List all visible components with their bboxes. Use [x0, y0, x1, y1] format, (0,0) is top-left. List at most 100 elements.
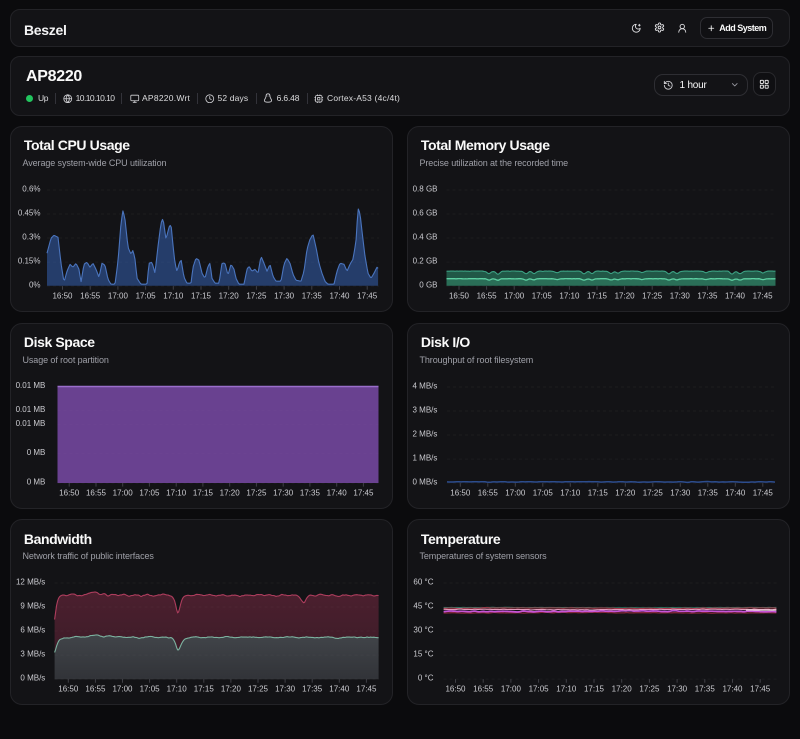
svg-text:2 MB/s: 2 MB/s — [412, 429, 437, 438]
svg-text:17:20: 17:20 — [220, 488, 241, 497]
svg-text:16:55: 16:55 — [478, 488, 499, 497]
svg-text:0 GB: 0 GB — [419, 280, 437, 289]
svg-text:17:25: 17:25 — [248, 685, 269, 694]
svg-text:17:00: 17:00 — [108, 291, 129, 300]
svg-text:30 °C: 30 °C — [413, 626, 433, 635]
svg-text:17:10: 17:10 — [559, 291, 580, 300]
svg-text:0.45%: 0.45% — [18, 208, 41, 217]
svg-text:0.6 GB: 0.6 GB — [413, 208, 438, 217]
svg-text:17:45: 17:45 — [357, 291, 378, 300]
svg-text:16:50: 16:50 — [450, 488, 471, 497]
svg-text:17:00: 17:00 — [501, 685, 522, 694]
svg-text:0.01 MB: 0.01 MB — [16, 418, 46, 427]
svg-text:0 MB/s: 0 MB/s — [20, 674, 45, 683]
svg-text:17:45: 17:45 — [356, 685, 377, 694]
svg-text:17:30: 17:30 — [273, 488, 294, 497]
svg-text:17:40: 17:40 — [725, 488, 746, 497]
svg-text:3 MB/s: 3 MB/s — [412, 405, 437, 414]
svg-text:1 MB/s: 1 MB/s — [412, 453, 437, 462]
svg-text:17:35: 17:35 — [302, 291, 323, 300]
svg-text:0.8 GB: 0.8 GB — [413, 184, 438, 193]
svg-text:17:05: 17:05 — [139, 488, 160, 497]
svg-text:16:55: 16:55 — [80, 291, 101, 300]
svg-text:16:55: 16:55 — [477, 291, 498, 300]
svg-text:16:50: 16:50 — [58, 685, 79, 694]
svg-text:17:00: 17:00 — [504, 291, 525, 300]
svg-text:17:20: 17:20 — [615, 488, 636, 497]
svg-text:12 MB/s: 12 MB/s — [16, 578, 45, 587]
svg-text:17:00: 17:00 — [113, 488, 134, 497]
svg-text:17:15: 17:15 — [588, 488, 609, 497]
svg-text:9 MB/s: 9 MB/s — [20, 602, 45, 611]
svg-text:16:55: 16:55 — [85, 685, 106, 694]
svg-text:3 MB/s: 3 MB/s — [20, 650, 45, 659]
svg-text:17:10: 17:10 — [556, 685, 577, 694]
svg-text:16:50: 16:50 — [449, 291, 470, 300]
svg-text:17:20: 17:20 — [219, 291, 240, 300]
svg-text:17:40: 17:40 — [725, 291, 746, 300]
svg-text:17:10: 17:10 — [560, 488, 581, 497]
svg-text:0 MB: 0 MB — [27, 477, 46, 486]
svg-text:17:40: 17:40 — [329, 685, 350, 694]
svg-text:17:15: 17:15 — [191, 291, 212, 300]
svg-text:17:20: 17:20 — [221, 685, 242, 694]
svg-text:17:25: 17:25 — [246, 488, 267, 497]
svg-text:16:55: 16:55 — [86, 488, 107, 497]
svg-text:17:00: 17:00 — [112, 685, 133, 694]
svg-text:16:50: 16:50 — [59, 488, 80, 497]
svg-text:17:30: 17:30 — [667, 685, 688, 694]
svg-text:17:25: 17:25 — [639, 685, 660, 694]
svg-text:17:10: 17:10 — [163, 291, 184, 300]
svg-text:0.01 MB: 0.01 MB — [16, 404, 46, 413]
svg-text:15 °C: 15 °C — [413, 650, 433, 659]
svg-text:17:25: 17:25 — [642, 291, 663, 300]
svg-text:17:30: 17:30 — [670, 488, 691, 497]
svg-text:6 MB/s: 6 MB/s — [20, 626, 45, 635]
svg-text:17:30: 17:30 — [274, 291, 295, 300]
svg-text:0 MB: 0 MB — [27, 447, 46, 456]
svg-text:17:20: 17:20 — [612, 685, 633, 694]
svg-text:16:55: 16:55 — [473, 685, 494, 694]
svg-text:17:40: 17:40 — [327, 488, 348, 497]
svg-text:17:30: 17:30 — [275, 685, 296, 694]
svg-text:17:25: 17:25 — [246, 291, 267, 300]
svg-text:17:30: 17:30 — [670, 291, 691, 300]
svg-text:0.15%: 0.15% — [18, 256, 41, 265]
svg-text:17:10: 17:10 — [167, 685, 188, 694]
svg-text:0.6%: 0.6% — [22, 184, 40, 193]
svg-text:17:15: 17:15 — [194, 685, 215, 694]
svg-text:0 MB/s: 0 MB/s — [412, 477, 437, 486]
svg-text:17:35: 17:35 — [300, 488, 321, 497]
svg-text:0.4 GB: 0.4 GB — [413, 232, 438, 241]
svg-text:17:45: 17:45 — [753, 291, 774, 300]
svg-text:17:40: 17:40 — [722, 685, 743, 694]
svg-text:17:40: 17:40 — [329, 291, 350, 300]
svg-text:17:35: 17:35 — [302, 685, 323, 694]
svg-text:17:15: 17:15 — [193, 488, 214, 497]
svg-text:0 °C: 0 °C — [418, 674, 434, 683]
svg-text:17:45: 17:45 — [750, 685, 771, 694]
svg-text:17:45: 17:45 — [353, 488, 374, 497]
svg-text:0.3%: 0.3% — [22, 232, 40, 241]
svg-text:60 °C: 60 °C — [413, 578, 433, 587]
svg-text:16:50: 16:50 — [52, 291, 73, 300]
svg-text:17:45: 17:45 — [753, 488, 774, 497]
svg-text:17:20: 17:20 — [615, 291, 636, 300]
svg-text:0.2 GB: 0.2 GB — [413, 256, 438, 265]
svg-text:17:05: 17:05 — [532, 291, 553, 300]
svg-text:16:50: 16:50 — [445, 685, 466, 694]
svg-text:17:05: 17:05 — [136, 291, 157, 300]
svg-text:17:00: 17:00 — [505, 488, 526, 497]
svg-text:0.01 MB: 0.01 MB — [16, 380, 46, 389]
svg-text:17:10: 17:10 — [166, 488, 187, 497]
svg-text:17:35: 17:35 — [698, 488, 719, 497]
svg-text:17:05: 17:05 — [533, 488, 554, 497]
svg-text:17:15: 17:15 — [587, 291, 608, 300]
svg-text:45 °C: 45 °C — [413, 602, 433, 611]
svg-text:17:05: 17:05 — [140, 685, 161, 694]
svg-text:17:05: 17:05 — [529, 685, 550, 694]
svg-text:17:15: 17:15 — [584, 685, 605, 694]
svg-text:0%: 0% — [29, 280, 41, 289]
svg-text:17:25: 17:25 — [643, 488, 664, 497]
svg-text:17:35: 17:35 — [695, 685, 716, 694]
